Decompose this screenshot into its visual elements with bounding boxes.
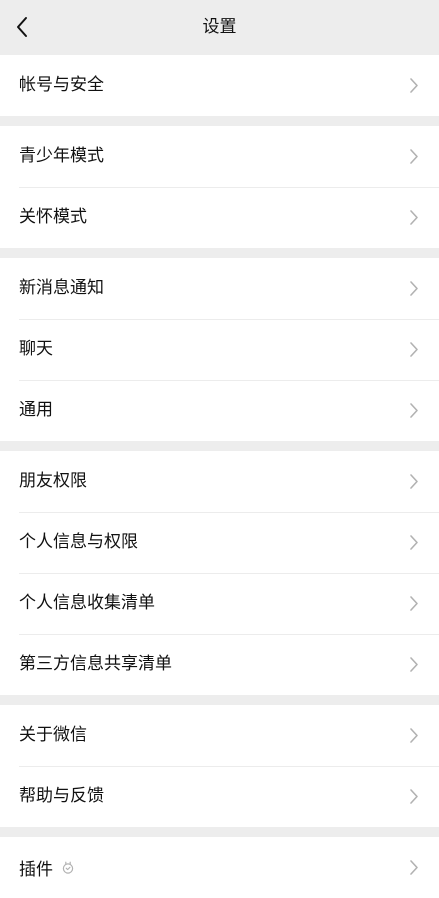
settings-item-label: 新消息通知: [19, 278, 104, 298]
settings-item-youth-mode[interactable]: 青少年模式: [0, 126, 439, 187]
chevron-right-icon: [410, 281, 418, 296]
plugin-label-wrap: 插件: [19, 837, 75, 898]
settings-item-about-wechat[interactable]: 关于微信: [0, 705, 439, 766]
chevron-right-icon: [410, 860, 418, 875]
settings-group-modes: 青少年模式 关怀模式: [0, 126, 439, 248]
settings-item-label: 个人信息与权限: [19, 532, 138, 552]
settings-item-label: 关于微信: [19, 725, 87, 745]
settings-item-label: 关怀模式: [19, 207, 87, 227]
navigation-bar: 设置: [0, 0, 439, 55]
settings-item-third-party-sharing[interactable]: 第三方信息共享清单: [0, 634, 439, 695]
chevron-right-icon: [410, 789, 418, 804]
settings-item-label: 聊天: [19, 339, 53, 359]
settings-item-label: 帮助与反馈: [19, 786, 104, 806]
settings-item-label: 青少年模式: [19, 146, 104, 166]
settings-group-account: 帐号与安全: [0, 55, 439, 116]
settings-item-account-security[interactable]: 帐号与安全: [0, 55, 439, 116]
settings-item-label: 帐号与安全: [19, 75, 104, 95]
settings-item-personal-info-collection[interactable]: 个人信息收集清单: [0, 573, 439, 634]
settings-item-personal-info-permissions[interactable]: 个人信息与权限: [0, 512, 439, 573]
settings-item-chats[interactable]: 聊天: [0, 319, 439, 380]
settings-group-privacy: 朋友权限 个人信息与权限 个人信息收集清单 第三方信息共享清单: [0, 451, 439, 695]
settings-item-label: 个人信息收集清单: [19, 593, 155, 613]
settings-item-label: 第三方信息共享清单: [19, 654, 172, 674]
chevron-right-icon: [410, 474, 418, 489]
plugin-icon: [62, 861, 74, 874]
settings-item-notifications[interactable]: 新消息通知: [0, 258, 439, 319]
settings-item-general[interactable]: 通用: [0, 380, 439, 441]
chevron-right-icon: [410, 149, 418, 164]
settings-item-friend-permissions[interactable]: 朋友权限: [0, 451, 439, 512]
settings-item-label: 插件: [19, 860, 53, 880]
page-title: 设置: [202, 17, 237, 37]
chevron-right-icon: [410, 403, 418, 418]
settings-group-plugins: 插件: [0, 837, 439, 898]
chevron-right-icon: [410, 342, 418, 357]
settings-item-care-mode[interactable]: 关怀模式: [0, 187, 439, 248]
settings-group-about: 关于微信 帮助与反馈: [0, 705, 439, 827]
settings-item-label: 通用: [19, 400, 53, 420]
settings-item-help-feedback[interactable]: 帮助与反馈: [0, 766, 439, 827]
settings-item-plugins[interactable]: 插件: [0, 837, 439, 898]
chevron-right-icon: [410, 210, 418, 225]
chevron-right-icon: [410, 728, 418, 743]
chevron-right-icon: [410, 657, 418, 672]
chevron-right-icon: [410, 535, 418, 550]
chevron-right-icon: [410, 78, 418, 93]
settings-group-general: 新消息通知 聊天 通用: [0, 258, 439, 441]
settings-item-label: 朋友权限: [19, 471, 87, 491]
chevron-right-icon: [410, 596, 418, 611]
